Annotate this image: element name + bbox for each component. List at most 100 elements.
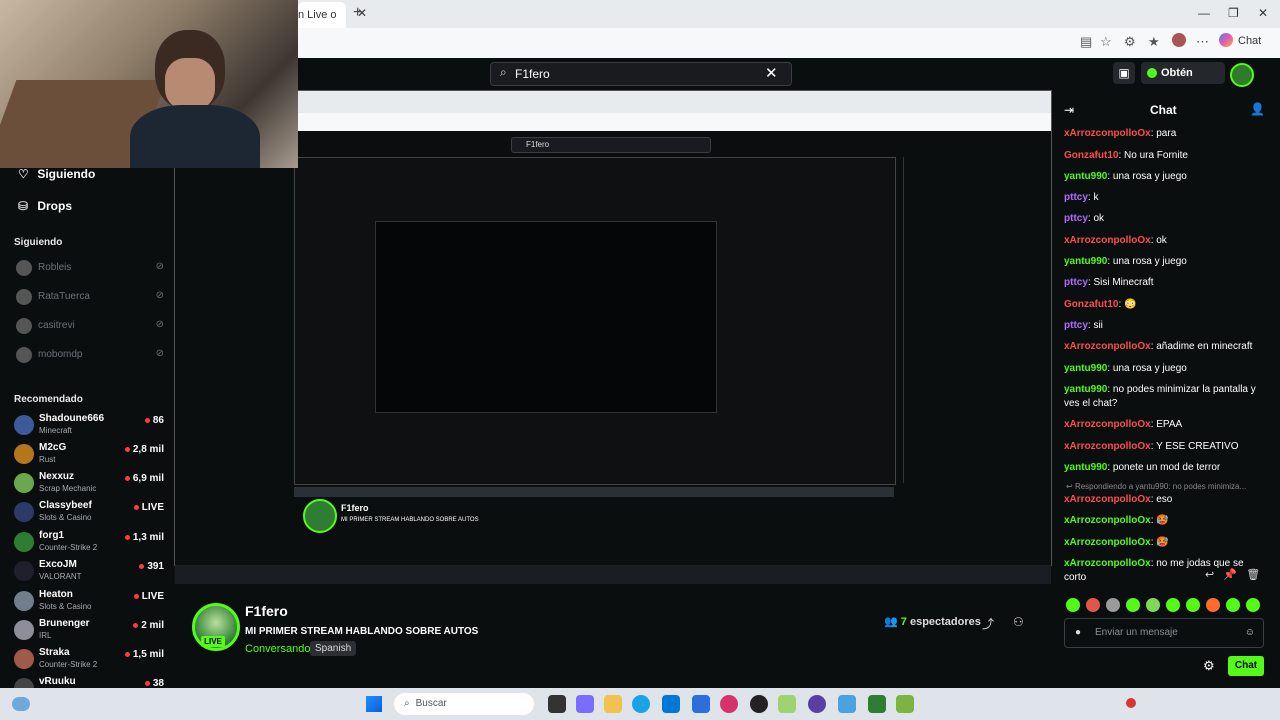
chat-message[interactable]: xArrozconpolloOx: ok [1064,234,1264,248]
delete-icon[interactable]: 🗑 [1246,569,1260,581]
mail-icon[interactable] [692,695,710,713]
chat-username[interactable]: xArrozconpolloOx [1064,441,1151,452]
stream-category[interactable]: Conversando [245,643,310,655]
clear-search-icon[interactable]: ✕ [765,64,778,82]
recommended-item[interactable]: Straka Counter-Strike 2 1,5 mil [14,645,164,674]
chat-username[interactable]: xArrozconpolloOx [1064,537,1151,548]
streamer-name[interactable]: F1fero [245,603,288,619]
chat-username[interactable]: yantu990 [1064,363,1107,374]
chat-message[interactable]: xArrozconpolloOx: para [1064,127,1264,141]
taskbar-search[interactable]: ⌕ Buscar [394,693,534,715]
obs-icon[interactable] [750,695,768,713]
chat-username[interactable]: pttcy [1064,277,1088,288]
chat-message[interactable]: pttcy: ok [1064,212,1264,226]
chat-message-input[interactable]: ● Enviar un mensaje ☺ [1064,618,1264,648]
chat-settings-icon[interactable]: ⚙ [1203,658,1215,674]
chat-username[interactable]: pttcy [1064,192,1088,203]
chat-username[interactable]: yantu990 [1064,462,1107,473]
chat-message[interactable]: yantu990: una rosa y juego [1064,255,1264,269]
chat-username[interactable]: pttcy [1064,320,1088,331]
sidebar-following-link[interactable]: ♡ Siguiendo [18,167,95,181]
pin-icon[interactable]: 📌 [1223,569,1237,581]
chat-message[interactable]: yantu990: una rosa y juego [1064,170,1264,184]
extensions-icon[interactable]: ⚙ [1124,34,1136,50]
chat-username[interactable]: Gonzafut10 [1064,150,1118,161]
task-view-icon[interactable] [548,695,566,713]
chat-username[interactable]: xArrozconpolloOx [1064,515,1151,526]
minecraft-launcher-icon[interactable] [896,695,914,713]
chat-username[interactable]: yantu990 [1064,256,1107,267]
minimize-button[interactable]: — [1198,6,1210,20]
emote-icon[interactable] [1126,598,1140,612]
file-explorer-icon[interactable] [604,695,622,713]
copilot-icon[interactable] [1219,33,1233,47]
emote-icon[interactable] [1086,598,1100,612]
profile-avatar[interactable] [1172,33,1186,47]
chat-identity-icon[interactable]: ● [1075,627,1081,638]
chat-message[interactable]: yantu990: una rosa y juego [1064,362,1264,376]
discord-icon[interactable] [808,695,826,713]
chat-username[interactable]: xArrozconpolloOx [1064,235,1151,246]
following-item[interactable]: RataTuerca ⊘ [14,287,166,309]
chat-send-button[interactable]: Chat [1228,656,1264,676]
video-player[interactable]: F1fero F1fero MI PRIMER STREAM HABLANDO … [174,90,1052,585]
chat-username[interactable]: yantu990 [1064,171,1107,182]
reader-icon[interactable]: ▤ [1080,34,1092,50]
chat-username[interactable]: xArrozconpolloOx [1064,419,1151,430]
recommended-item[interactable]: Nexxuz Scrap Mechanic 6,9 mil [14,469,164,498]
chat-username[interactable]: xArrozconpolloOx [1064,494,1151,505]
chat-message[interactable]: pttcy: Sisi Minecraft [1064,276,1264,290]
chat-username[interactable]: xArrozconpolloOx [1064,341,1151,352]
emoji-icon[interactable]: ☺ [1245,627,1255,638]
chat-username[interactable]: xArrozconpolloOx [1064,558,1151,569]
chat-message[interactable]: Gonzafut10: No ura Fornite [1064,149,1264,163]
chat-message[interactable]: xArrozconpolloOx: Y ESE CREATIVO [1064,440,1264,454]
chat-message[interactable]: Gonzafut10: 😳 [1064,298,1264,312]
language-tag[interactable]: Spanish [310,641,357,656]
emote-icon[interactable] [1066,598,1080,612]
chat-username[interactable]: pttcy [1064,213,1088,224]
recommended-item[interactable]: Classybeef Slots & Casino LIVE [14,498,164,527]
recommended-item[interactable]: forg1 Counter-Strike 2 1,3 mil [14,528,164,557]
layout-icon[interactable]: ▣ [1113,62,1135,84]
chat-username[interactable]: xArrozconpolloOx [1064,128,1151,139]
close-window-button[interactable]: ✕ [1258,6,1268,20]
favorites-icon[interactable]: ★ [1148,34,1160,50]
browser-tab[interactable]: n Live o [298,2,346,28]
emote-icon[interactable] [1146,598,1160,612]
chat-username[interactable]: yantu990 [1064,384,1107,395]
copilot-chat-label[interactable]: Chat [1238,35,1261,47]
chat-message[interactable]: xArrozconpolloOx: EPAA [1064,418,1264,432]
more-icon[interactable]: ⋯ [1196,34,1209,50]
recommended-item[interactable]: M2cG Rust 2,8 mil [14,440,164,469]
user-avatar[interactable] [1230,63,1254,87]
chat-message[interactable]: xArrozconpolloOx: 🥵 [1064,514,1264,528]
recommended-item[interactable]: Shadoune666 Minecraft 86 [14,411,164,440]
xbox-icon[interactable] [778,695,796,713]
chat-message[interactable]: xArrozconpolloOx: 🥵 [1064,536,1264,550]
following-item[interactable]: mobomdp ⊘ [14,345,166,367]
edge-icon[interactable] [632,695,650,713]
store-icon[interactable] [662,695,680,713]
chat-users-icon[interactable]: 👤 [1250,102,1265,116]
share-icon[interactable]: ⤴ [982,615,994,632]
emote-icon[interactable] [1206,598,1220,612]
start-icon[interactable] [366,696,382,712]
chat-message[interactable]: xArrozconpolloOx: añadime en minecraft [1064,340,1264,354]
photos-icon[interactable] [838,695,856,713]
chat-message[interactable]: xArrozconpolloOx: eso [1064,493,1264,507]
recommended-item[interactable]: ExcoJM VALORANT 391 [14,557,164,586]
favorite-icon[interactable]: ☆ [1100,34,1112,50]
minecraft-icon[interactable] [868,695,886,713]
recommended-item[interactable]: Brunenger IRL 2 mil [14,616,164,645]
maximize-button[interactable]: ❐ [1228,6,1239,20]
sidebar-drops-link[interactable]: ⛁ Drops [18,199,72,213]
emote-icon[interactable] [1246,598,1260,612]
chat-username[interactable]: Gonzafut10 [1064,299,1118,310]
chat-message[interactable]: pttcy: sii [1064,319,1264,333]
chat-message[interactable]: yantu990: ponete un mod de terror [1064,461,1264,475]
emote-icon[interactable] [1106,598,1120,612]
following-item[interactable]: casitrevi ⊘ [14,316,166,338]
instagram-icon[interactable] [720,695,738,713]
following-item[interactable]: Robleis ⊘ [14,258,166,280]
